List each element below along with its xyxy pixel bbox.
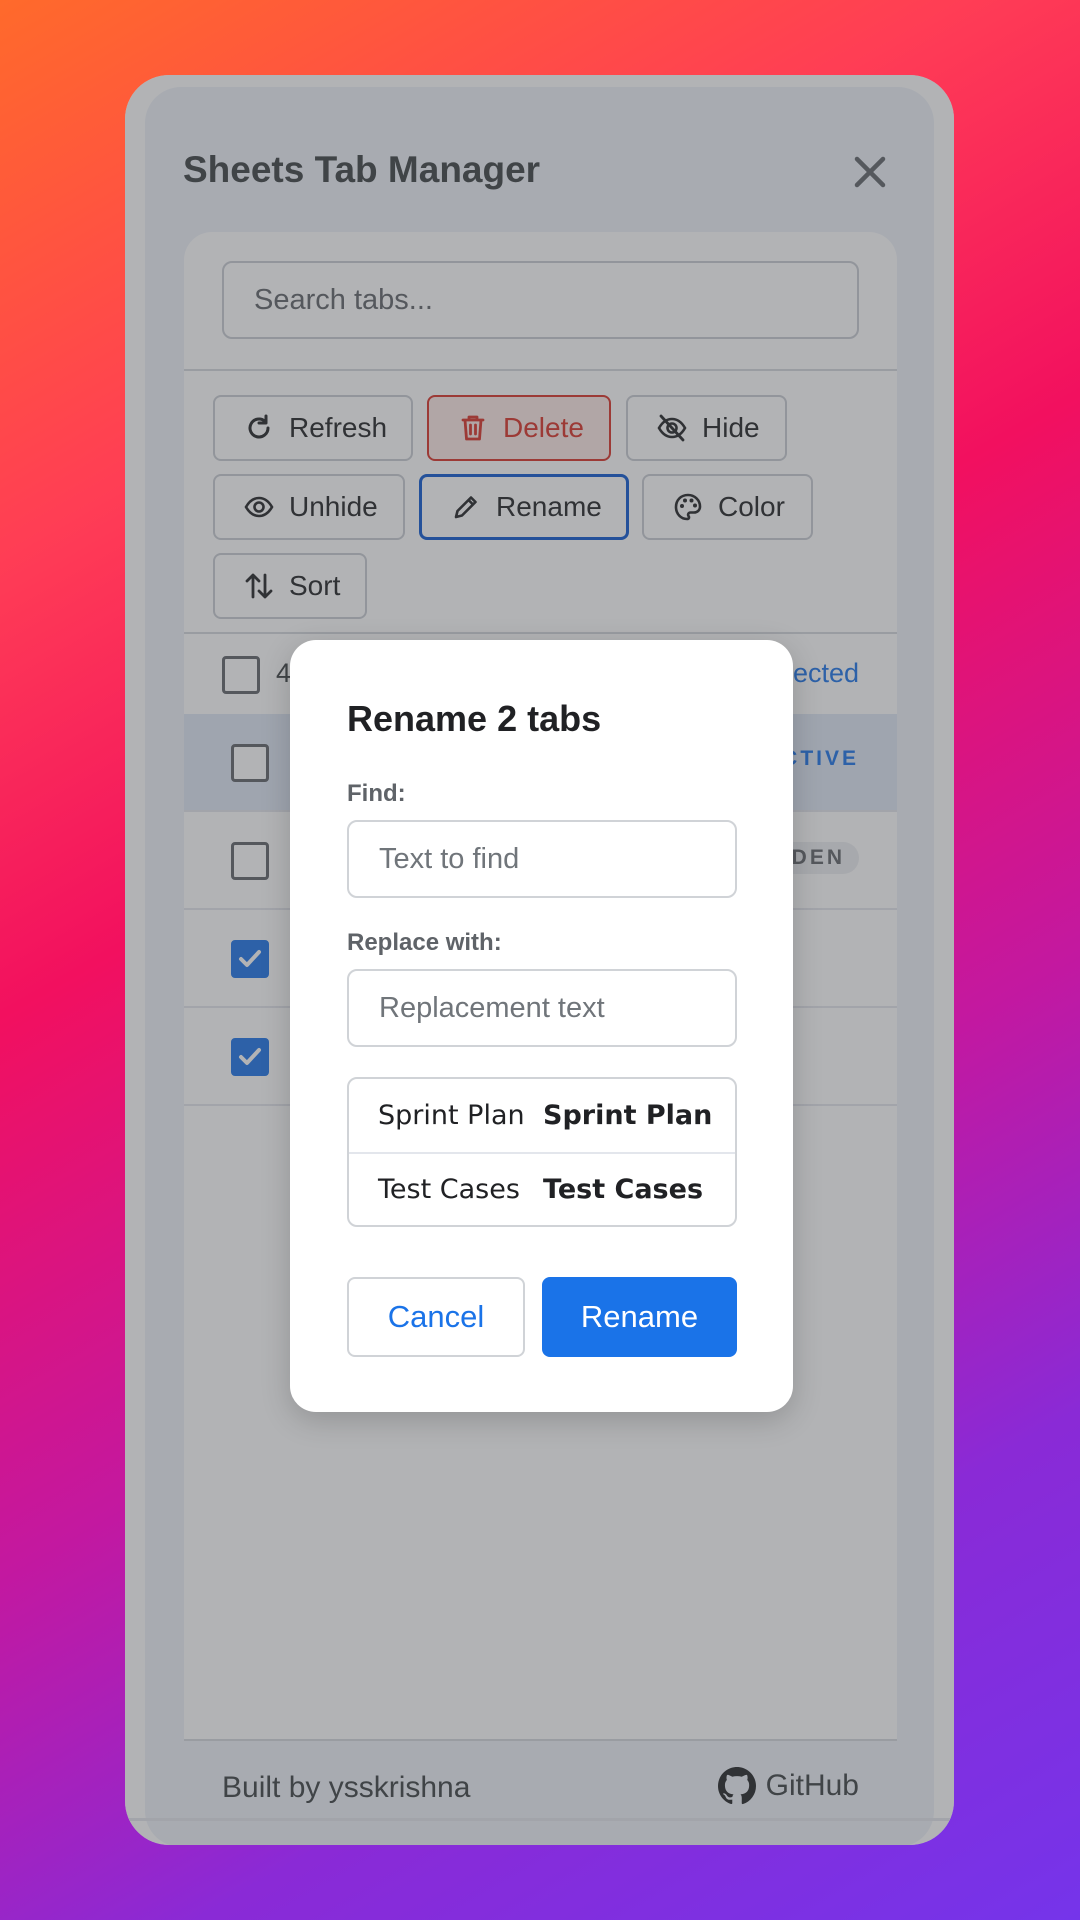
preview-row: Test Cases Test Cases — [349, 1152, 735, 1225]
confirm-rename-button[interactable]: Rename — [542, 1277, 737, 1357]
rename-dialog: Rename 2 tabs Find: Replace with: Sprint… — [290, 640, 793, 1412]
find-label: Find: — [347, 780, 406, 807]
rename-preview: Sprint Plan Sprint Plan Test Cases Test … — [347, 1077, 737, 1227]
old-name: Sprint Plan — [378, 1100, 525, 1131]
new-name: Test Cases — [543, 1174, 704, 1205]
old-name: Test Cases — [378, 1174, 520, 1205]
new-name: Sprint Plan — [543, 1100, 713, 1131]
replace-label: Replace with: — [347, 929, 502, 956]
cancel-button[interactable]: Cancel — [347, 1277, 525, 1357]
replace-input[interactable] — [347, 969, 737, 1047]
find-input[interactable] — [347, 820, 737, 898]
rename-dialog-title: Rename 2 tabs — [347, 698, 602, 739]
preview-row: Sprint Plan Sprint Plan — [349, 1079, 735, 1152]
